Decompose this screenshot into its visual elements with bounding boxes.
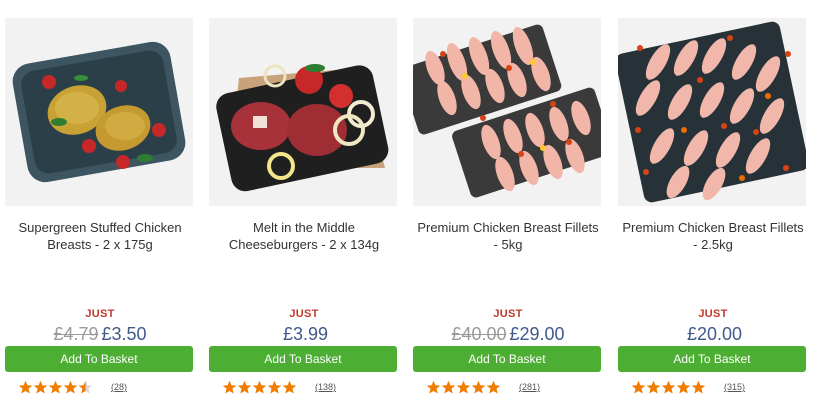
star-icon	[48, 380, 63, 395]
stuffed-chicken-image	[5, 18, 193, 206]
product-title[interactable]: Premium Chicken Breast Fillets - 2.5kg	[618, 219, 808, 253]
current-price: £3.50	[101, 324, 147, 344]
product-card: Premium Chicken Breast Fillets - 2.5kg J…	[618, 18, 808, 408]
product-image[interactable]	[209, 18, 397, 206]
just-label: JUST	[85, 308, 115, 320]
add-to-basket-button[interactable]: Add To Basket	[618, 346, 806, 372]
star-icon	[252, 380, 267, 395]
current-price: £3.99	[282, 324, 329, 344]
add-to-basket-button[interactable]: Add To Basket	[5, 346, 193, 372]
star-icon	[426, 380, 441, 395]
review-count-link[interactable]: (315)	[724, 382, 745, 392]
star-rating	[426, 380, 501, 395]
review-count-link[interactable]: (281)	[519, 382, 540, 392]
chicken-fillets-2-5kg-image	[618, 18, 806, 206]
price-block: £40.00 £29.00	[413, 323, 603, 345]
star-icon	[471, 380, 486, 395]
review-count-link[interactable]: (28)	[111, 382, 127, 392]
star-icon	[486, 380, 501, 395]
review-count-link[interactable]: (138)	[315, 382, 336, 392]
rating: (281)	[426, 379, 540, 395]
rating: (315)	[631, 379, 745, 395]
product-image[interactable]	[413, 18, 601, 206]
just-label: JUST	[698, 308, 728, 320]
rating: (28)	[18, 379, 127, 395]
product-card: Supergreen Stuffed Chicken Breasts - 2 x…	[5, 18, 195, 408]
star-icon	[222, 380, 237, 395]
product-image[interactable]	[618, 18, 806, 206]
product-grid: Supergreen Stuffed Chicken Breasts - 2 x…	[0, 0, 813, 414]
price-block: £3.99	[209, 323, 399, 345]
star-icon	[456, 380, 471, 395]
star-icon	[78, 380, 93, 395]
current-price: £29.00	[509, 324, 565, 344]
cheeseburgers-image	[209, 18, 397, 206]
product-title[interactable]: Melt in the Middle Cheeseburgers - 2 x 1…	[209, 219, 399, 253]
star-icon	[33, 380, 48, 395]
star-icon	[441, 380, 456, 395]
star-icon	[18, 380, 33, 395]
just-label: JUST	[289, 308, 319, 320]
add-to-basket-button[interactable]: Add To Basket	[413, 346, 601, 372]
star-icon	[282, 380, 297, 395]
chicken-fillets-5kg-image	[413, 18, 601, 206]
star-rating	[222, 380, 297, 395]
price-block: £4.79 £3.50	[5, 323, 195, 345]
star-icon	[631, 380, 646, 395]
star-rating	[631, 380, 706, 395]
price-block: £20.00	[618, 323, 808, 345]
star-icon	[676, 380, 691, 395]
star-icon	[267, 380, 282, 395]
product-title[interactable]: Premium Chicken Breast Fillets - 5kg	[413, 219, 603, 253]
old-price: £4.79	[53, 324, 99, 344]
product-card: Melt in the Middle Cheeseburgers - 2 x 1…	[209, 18, 399, 408]
star-icon	[237, 380, 252, 395]
old-price: £40.00	[451, 324, 507, 344]
star-icon	[661, 380, 676, 395]
add-to-basket-button[interactable]: Add To Basket	[209, 346, 397, 372]
star-icon	[691, 380, 706, 395]
product-card: Premium Chicken Breast Fillets - 5kg JUS…	[413, 18, 603, 408]
just-label: JUST	[493, 308, 523, 320]
rating: (138)	[222, 379, 336, 395]
star-rating	[18, 380, 93, 395]
product-image[interactable]	[5, 18, 193, 206]
star-icon	[63, 380, 78, 395]
star-icon	[646, 380, 661, 395]
current-price: £20.00	[686, 324, 743, 344]
product-title[interactable]: Supergreen Stuffed Chicken Breasts - 2 x…	[5, 219, 195, 253]
